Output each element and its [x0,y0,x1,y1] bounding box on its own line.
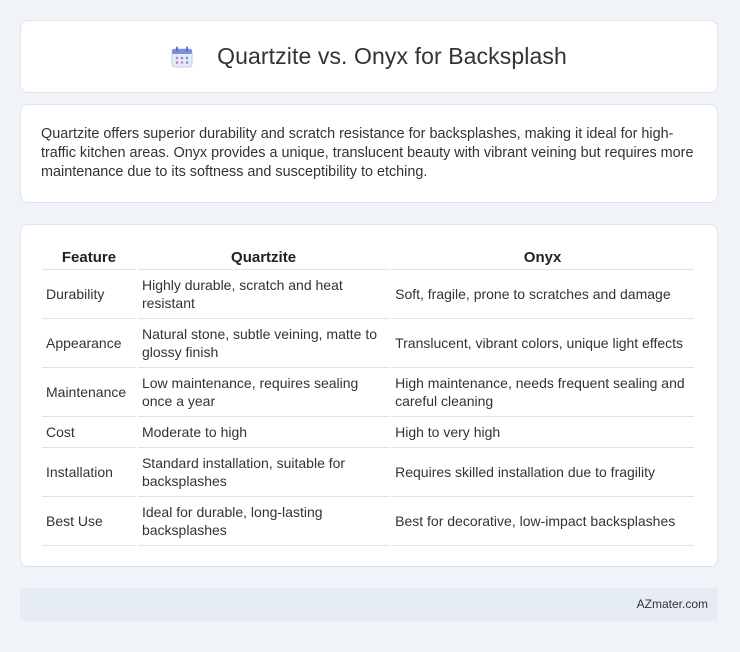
quartzite-cell: Ideal for durable, long-lasting backspla… [137,497,390,546]
table-row: Maintenance Low maintenance, requires se… [42,368,694,417]
feature-cell: Best Use [42,497,136,546]
calendar-icon [171,46,193,68]
page-title: Quartzite vs. Onyx for Backsplash [217,43,567,69]
intro-card: Quartzite offers superior durability and… [20,104,718,203]
table-row: Durability Highly durable, scratch and h… [42,270,694,319]
feature-cell: Cost [42,417,136,448]
table-row: Installation Standard installation, suit… [42,448,694,497]
footer-bar: AZmater.com [20,588,718,621]
table-header-row: Feature Quartzite Onyx [42,245,694,270]
onyx-cell: Requires skilled installation due to fra… [391,448,694,497]
onyx-cell: High maintenance, needs frequent sealing… [391,368,694,417]
onyx-cell: Soft, fragile, prone to scratches and da… [391,270,694,319]
feature-cell: Installation [42,448,136,497]
quartzite-cell: Standard installation, suitable for back… [137,448,390,497]
title-card: Quartzite vs. Onyx for Backsplash [20,20,718,93]
column-header-feature: Feature [42,245,136,270]
onyx-cell: Translucent, vibrant colors, unique ligh… [391,319,694,368]
footer-site-link[interactable]: AZmater.com [637,597,708,611]
intro-paragraph: Quartzite offers superior durability and… [41,126,694,180]
feature-cell: Appearance [42,319,136,368]
table-row: Appearance Natural stone, subtle veining… [42,319,694,368]
column-header-quartzite: Quartzite [137,245,390,270]
comparison-table: Feature Quartzite Onyx Durability Highly… [40,245,696,546]
table-row: Cost Moderate to high High to very high [42,417,694,448]
comparison-table-card: Feature Quartzite Onyx Durability Highly… [20,224,718,567]
quartzite-cell: Low maintenance, requires sealing once a… [137,368,390,417]
feature-cell: Maintenance [42,368,136,417]
feature-cell: Durability [42,270,136,319]
onyx-cell: High to very high [391,417,694,448]
quartzite-cell: Natural stone, subtle veining, matte to … [137,319,390,368]
quartzite-cell: Highly durable, scratch and heat resista… [137,270,390,319]
onyx-cell: Best for decorative, low-impact backspla… [391,497,694,546]
column-header-onyx: Onyx [391,245,694,270]
table-row: Best Use Ideal for durable, long-lasting… [42,497,694,546]
quartzite-cell: Moderate to high [137,417,390,448]
